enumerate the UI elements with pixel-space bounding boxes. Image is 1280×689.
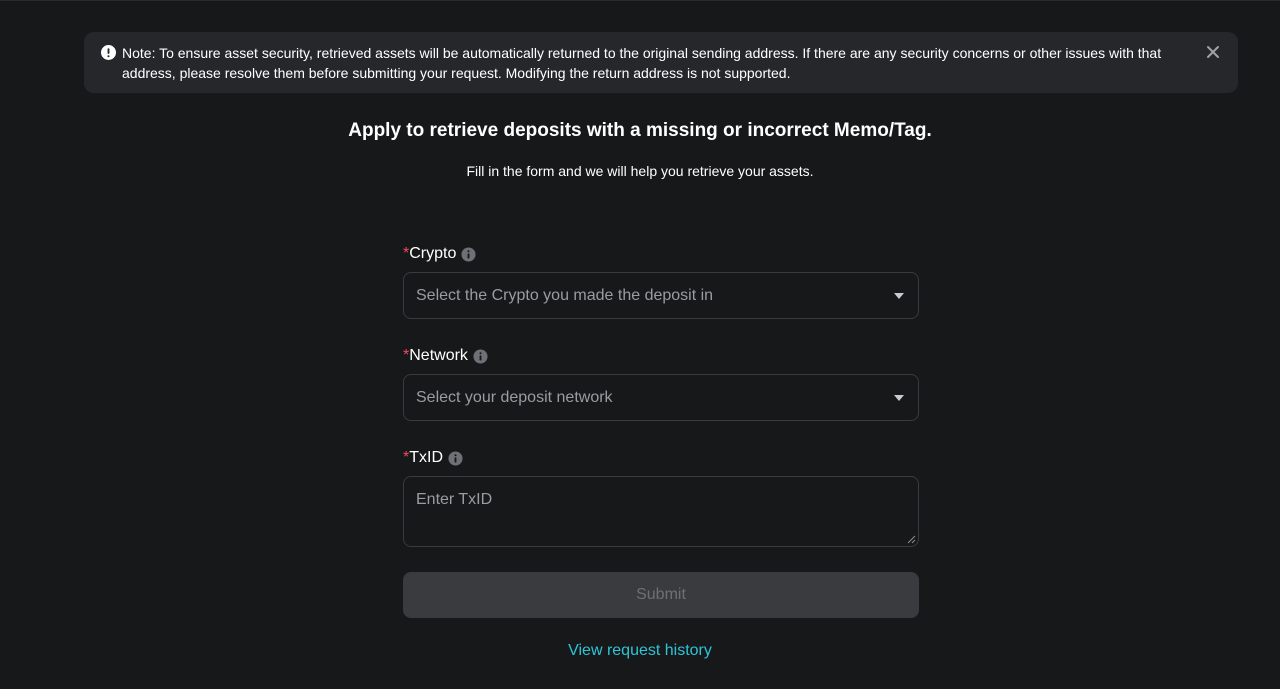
retrieve-deposit-page: Note: To ensure asset security, retrieve… bbox=[0, 0, 1280, 689]
top-divider bbox=[0, 0, 1280, 1]
page-subtitle: Fill in the form and we will help you re… bbox=[466, 163, 814, 179]
notice-banner: Note: To ensure asset security, retrieve… bbox=[84, 32, 1238, 93]
info-icon[interactable] bbox=[473, 348, 488, 364]
close-icon[interactable] bbox=[1206, 45, 1220, 59]
caret-down-icon bbox=[894, 394, 904, 401]
submit-button[interactable]: Submit bbox=[403, 572, 919, 618]
retrieve-form: * Crypto Select the Crypto you made the … bbox=[403, 243, 919, 618]
txid-textarea[interactable]: Enter TxID bbox=[403, 476, 919, 547]
exclamation-circle-icon bbox=[101, 45, 116, 60]
crypto-select-placeholder: Select the Crypto you made the deposit i… bbox=[416, 286, 714, 304]
caret-down-icon bbox=[894, 292, 904, 299]
network-label: * Network bbox=[403, 345, 919, 367]
resize-handle-icon[interactable] bbox=[907, 535, 916, 544]
txid-label-text: TxID bbox=[409, 449, 444, 466]
network-select-placeholder: Select your deposit network bbox=[416, 388, 613, 406]
txid-placeholder: Enter TxID bbox=[416, 491, 493, 508]
txid-label: * TxID bbox=[403, 447, 919, 469]
info-icon[interactable] bbox=[461, 246, 476, 262]
network-label-text: Network bbox=[409, 347, 468, 364]
view-request-history-link[interactable]: View request history bbox=[0, 641, 1280, 661]
info-icon[interactable] bbox=[448, 450, 463, 466]
network-select[interactable]: Select your deposit network bbox=[403, 374, 919, 421]
notice-text: Note: To ensure asset security, retrieve… bbox=[122, 45, 1162, 81]
crypto-label: * Crypto bbox=[403, 243, 919, 265]
crypto-select[interactable]: Select the Crypto you made the deposit i… bbox=[403, 272, 919, 319]
crypto-label-text: Crypto bbox=[409, 245, 457, 262]
page-title: Apply to retrieve deposits with a missin… bbox=[348, 120, 932, 141]
